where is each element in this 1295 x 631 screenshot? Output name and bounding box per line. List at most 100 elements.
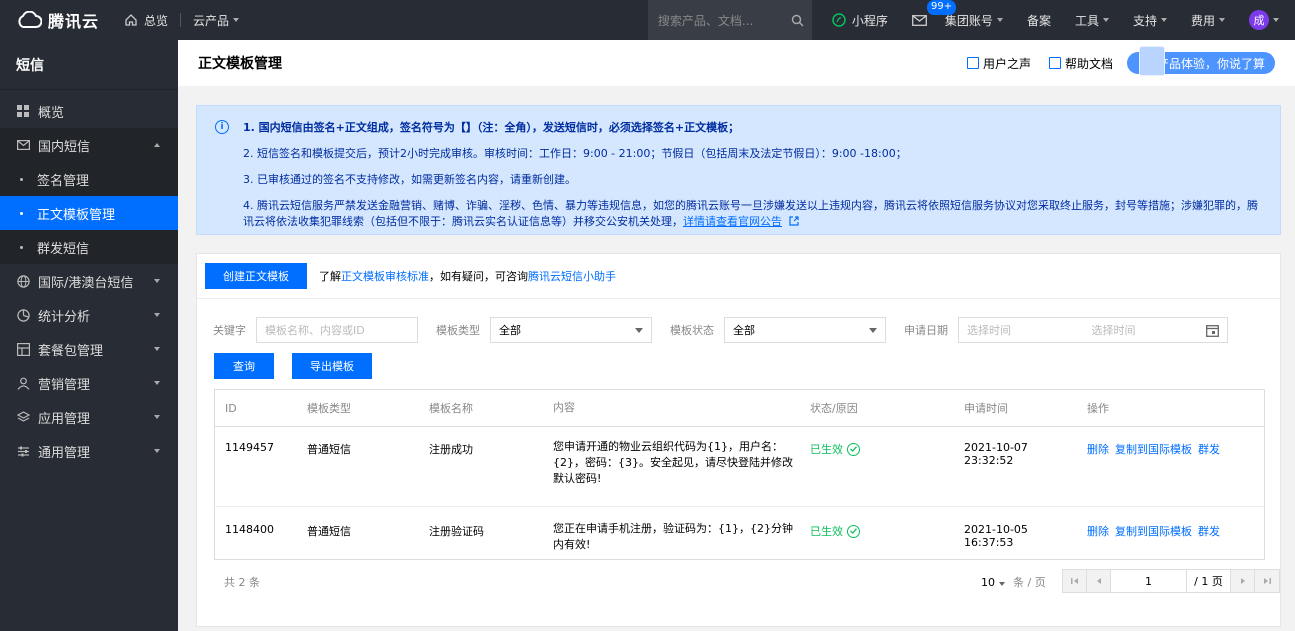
search-input[interactable]: 搜索产品、文档... — [647, 0, 812, 40]
support-menu[interactable]: 支持 — [1121, 0, 1179, 40]
sidebar-item-overview[interactable]: 概览 — [0, 94, 178, 128]
panel-hint: 了解正文模板审核标准，如有疑问，可咨询腾讯云短信小助手 — [319, 268, 616, 284]
sidebar-item-label: 套餐包管理 — [38, 343, 104, 359]
last-page-icon — [1264, 578, 1271, 584]
chevron-down-icon — [1219, 18, 1225, 22]
feedback-button[interactable]: 产品体验，你说了算 — [1127, 46, 1275, 76]
first-page-icon — [1070, 578, 1078, 584]
chevron-down-icon — [233, 18, 240, 22]
avatar-menu[interactable]: 成 — [1237, 0, 1295, 40]
query-button[interactable]: 查询 — [214, 353, 274, 379]
status-value: 全部 — [733, 324, 755, 337]
date-end: 选择时间 — [1091, 324, 1136, 337]
sidebar-item-label: 统计分析 — [38, 309, 91, 325]
action-buttons: 查询 导出模板 — [214, 353, 390, 379]
mail-icon — [911, 14, 927, 26]
grid-icon — [16, 104, 30, 118]
page-total: / 1 页 — [1187, 570, 1231, 592]
mail-icon — [16, 138, 30, 152]
sidebar-subitem-template[interactable]: 正文模板管理 — [0, 196, 178, 230]
check-circle-icon — [847, 442, 860, 456]
status-badge: 已生效 — [810, 523, 860, 539]
group-send-link[interactable]: 群发 — [1198, 443, 1220, 456]
col-operations: 操作 — [1087, 402, 1109, 415]
sidebar-item-label: 正文模板管理 — [37, 207, 116, 223]
table-header: ID 模板类型 模板名称 内容 状态/原因 申请时间 操作 — [215, 390, 1264, 427]
search-placeholder: 搜索产品、文档... — [657, 13, 754, 28]
mini-program-icon — [832, 13, 846, 27]
overview-label: 总览 — [144, 13, 169, 28]
sidebar-subitem-group-send[interactable]: 群发短信 — [0, 230, 178, 264]
copy-to-intl-link[interactable]: 复制到国际模板 — [1115, 443, 1192, 456]
pie-chart-icon — [16, 308, 30, 322]
chevron-down-icon — [1273, 18, 1279, 22]
type-value: 全部 — [499, 324, 521, 337]
cell-id: 1149457 — [225, 441, 274, 454]
sidebar-item-general[interactable]: 通用管理 — [0, 434, 178, 468]
cell-content: 您申请开通的物业云组织代码为{1}，用户名：{2}，密码：{3}。安全起见，请尽… — [553, 440, 793, 485]
sms-assistant-link[interactable]: 腾讯云短信小助手 — [528, 270, 616, 283]
page-size-select[interactable]: 10 条 / 页 — [981, 574, 1046, 590]
products-menu[interactable]: 云产品 — [181, 0, 251, 40]
cloud-logo-icon — [18, 11, 42, 28]
first-page-button[interactable] — [1063, 570, 1087, 592]
chevron-down-icon — [154, 415, 160, 419]
review-standard-link[interactable]: 正文模板审核标准 — [341, 270, 429, 283]
products-label: 云产品 — [193, 13, 230, 28]
template-panel: 创建正文模板 了解正文模板审核标准，如有疑问，可咨询腾讯云短信小助手 关键字 模… — [196, 253, 1281, 627]
create-template-button[interactable]: 创建正文模板 — [205, 263, 307, 289]
cell-operations: 删除 复制到国际模板 群发 — [1077, 521, 1257, 539]
sidebar-item-domestic[interactable]: 国内短信 — [0, 128, 178, 162]
sidebar-item-stats[interactable]: 统计分析 — [0, 298, 178, 332]
keyword-input[interactable]: 模板名称、内容或ID — [256, 317, 418, 343]
help-doc-link[interactable]: 帮助文档 — [1048, 55, 1113, 72]
document-icon — [1048, 57, 1061, 69]
tools-menu[interactable]: 工具 — [1063, 0, 1121, 40]
sidebar-item-label: 营销管理 — [38, 377, 91, 393]
overview-link[interactable]: 总览 — [112, 0, 180, 40]
export-button[interactable]: 导出模板 — [292, 353, 372, 379]
chevron-down-icon — [154, 279, 160, 283]
next-page-button[interactable] — [1231, 570, 1255, 592]
sidebar-subitem-sign[interactable]: 签名管理 — [0, 162, 178, 196]
cell-name: 注册成功 — [429, 443, 473, 456]
delete-link[interactable]: 删除 — [1087, 525, 1109, 538]
cell-type: 普通短信 — [307, 525, 351, 538]
status-select[interactable]: 全部 — [724, 317, 886, 343]
billing-menu[interactable]: 费用 — [1179, 0, 1237, 40]
sidebar-item-label: 签名管理 — [37, 173, 90, 189]
logo[interactable]: 腾讯云 — [0, 8, 112, 32]
notice-line-1: 1. 国内短信由签名+正文组成，签名符号为【】（注：全角），发送短信时，必须选择… — [243, 121, 740, 134]
delete-link[interactable]: 删除 — [1087, 443, 1109, 456]
notice-announcement-link[interactable]: 详情请查看官网公告 — [683, 215, 782, 228]
header-links: 用户之声 帮助文档 产品体验，你说了算 — [949, 40, 1275, 86]
sidebar-item-label: 群发短信 — [37, 241, 90, 257]
sidebar-item-intl[interactable]: 国际/港澳台短信 — [0, 264, 178, 298]
type-select[interactable]: 全部 — [490, 317, 652, 343]
sidebar-item-app[interactable]: 应用管理 — [0, 400, 178, 434]
user-voice-label: 用户之声 — [982, 56, 1031, 71]
last-page-button[interactable] — [1255, 570, 1279, 592]
package-icon — [16, 342, 30, 356]
status-label: 模板状态 — [670, 324, 714, 337]
mini-program-label: 小程序 — [851, 13, 888, 28]
sliders-icon — [16, 444, 30, 458]
sidebar-title: 短信 — [0, 40, 178, 90]
group-send-link[interactable]: 群发 — [1198, 525, 1220, 538]
copy-to-intl-link[interactable]: 复制到国际模板 — [1115, 525, 1192, 538]
filing-link[interactable]: 备案 — [1015, 0, 1063, 40]
home-icon — [125, 14, 137, 26]
sidebar-item-package[interactable]: 套餐包管理 — [0, 332, 178, 366]
status-text: 已生效 — [810, 525, 843, 538]
cell-time: 2021-10-07 23:32:52 — [964, 441, 1028, 467]
prev-page-button[interactable] — [1087, 570, 1111, 592]
status-badge: 已生效 — [810, 441, 860, 457]
date-range-picker[interactable]: 选择时间 选择时间 — [958, 317, 1228, 343]
sidebar-item-marketing[interactable]: 营销管理 — [0, 366, 178, 400]
user-voice-link[interactable]: 用户之声 — [966, 55, 1031, 72]
user-icon — [16, 376, 30, 390]
page-number-input[interactable]: 1 — [1111, 570, 1187, 592]
mini-program-link[interactable]: 小程序 — [820, 0, 900, 40]
notice-line-4a: 4. 腾讯云短信服务严禁发送金融营销、赌博、诈骗、淫秽、色情、暴力等违规信息，如… — [243, 199, 1258, 212]
info-notice: i 1. 国内短信由签名+正文组成，签名符号为【】（注：全角），发送短信时，必须… — [196, 105, 1281, 235]
